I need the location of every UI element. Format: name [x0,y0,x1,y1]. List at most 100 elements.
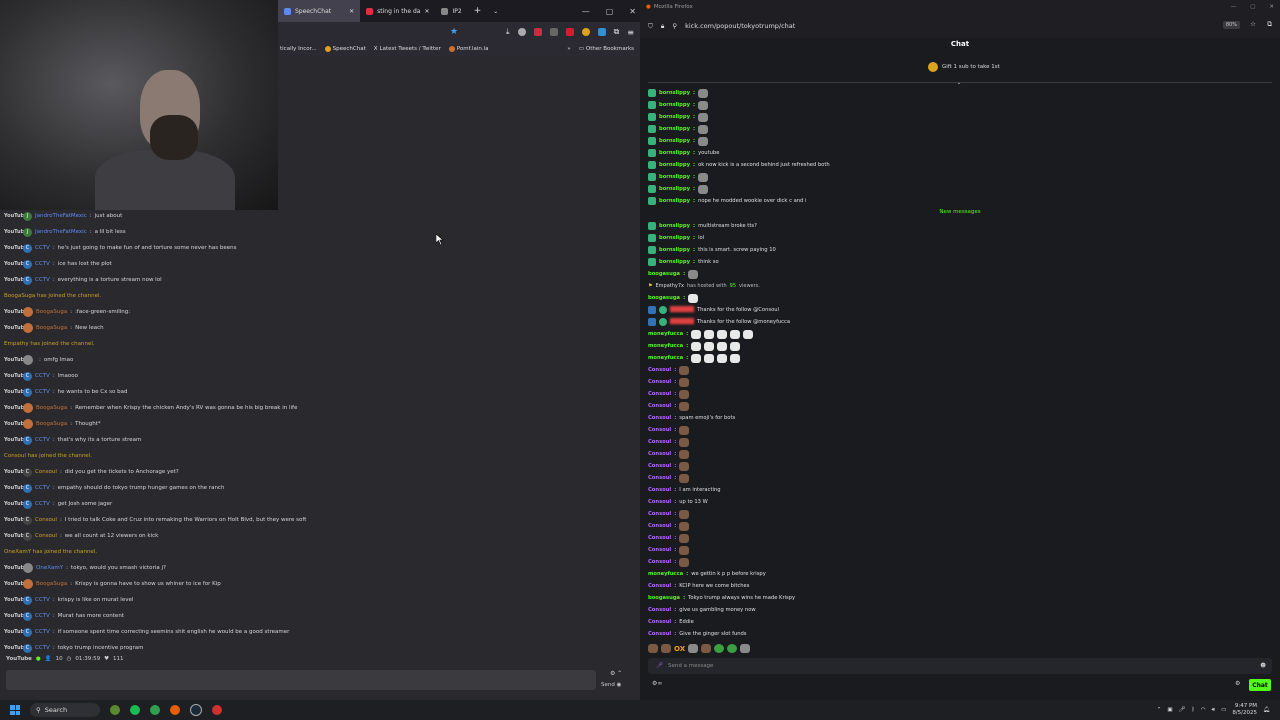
username[interactable]: Consoul [648,391,671,397]
username[interactable]: bornslippy [659,162,690,168]
username[interactable]: CCTV [35,629,50,635]
username[interactable]: moneyfucca [648,331,683,337]
extension-icon[interactable] [533,28,542,36]
extension-icon[interactable] [597,28,606,36]
volume-icon[interactable]: 🔊︎ [1212,707,1215,714]
username[interactable]: moneyfucca [648,355,683,361]
tray-app-icon[interactable]: ▣ [1167,707,1172,713]
bookmark-star-icon[interactable]: ☆ [1250,20,1256,28]
permissions-icon[interactable]: ⚲ [672,22,677,30]
taskbar-search[interactable]: ⚲ Search [30,703,100,717]
username[interactable]: Consoul [648,619,671,625]
username[interactable]: Consoul [648,547,671,553]
username[interactable]: Consoul [648,415,671,421]
username[interactable]: CCTV [35,373,50,379]
account-icon[interactable] [517,28,526,36]
minimize-icon[interactable]: — [582,7,590,16]
username[interactable]: Consoul [648,367,671,373]
emote-icon[interactable] [688,644,699,653]
message-input[interactable]: 🎤︎ Send a message ☻ [648,658,1272,674]
tab-list-button[interactable]: ⌄ [487,0,504,22]
username[interactable]: bornslippy [659,150,690,156]
settings-toggle[interactable]: ⚙ ⌃ [610,670,622,677]
close-window-icon[interactable]: ✕ [629,7,636,16]
username[interactable]: BoogaSuga [36,405,67,411]
extension-icon[interactable] [565,28,574,36]
steam-icon[interactable] [190,704,202,716]
username[interactable]: bornslippy [659,259,690,265]
zoom-badge[interactable]: 80% [1222,21,1240,29]
username[interactable]: Consoul [648,559,671,565]
menu-icon[interactable]: ≡ [627,28,634,37]
notification-icon[interactable]: 🔔︎ [1263,707,1270,713]
username[interactable]: bornslippy [659,90,690,96]
username[interactable]: Consoul [648,535,671,541]
username[interactable]: bornslippy [659,223,690,229]
lock-icon[interactable]: 🔒︎ [661,22,664,31]
username[interactable]: Consoul [35,517,57,523]
username[interactable]: CCTV [35,485,50,491]
username[interactable]: bornslippy [659,186,690,192]
spotify-icon[interactable] [130,705,140,715]
app-icon[interactable] [110,705,120,715]
chevron-up-icon[interactable]: ⌃ [1157,707,1162,713]
maximize-icon[interactable]: ▢ [1250,4,1255,10]
bluetooth-icon[interactable]: ᛒ [1192,707,1195,713]
username[interactable]: CCTV [35,597,50,603]
username[interactable]: boogasuga [648,271,680,277]
username[interactable]: BoogaSuga [36,309,67,315]
username[interactable]: bornslippy [659,247,690,253]
username[interactable]: bornslippy [659,198,690,204]
username[interactable]: CCTV [35,261,50,267]
tab-speechchat[interactable]: SpeechChat ✕ [278,0,361,22]
username[interactable]: bornslippy [659,126,690,132]
tab-third[interactable]: IP2 [435,0,467,22]
emote-icon[interactable] [661,644,671,653]
username[interactable]: CCTV [35,245,50,251]
username[interactable]: moneyfucca [648,571,683,577]
download-icon[interactable]: ⤓ [506,27,510,37]
app-icon[interactable] [150,705,160,715]
username[interactable]: boogasuga [648,595,680,601]
username[interactable]: bornslippy [659,174,690,180]
username[interactable]: Consoul [648,379,671,385]
username[interactable]: Consoul [648,631,671,637]
mic-icon[interactable]: 🎤︎ [1179,707,1186,713]
username[interactable]: JandroTheFatMexic [35,229,87,235]
username[interactable]: BoogaSuga [36,421,67,427]
username[interactable]: Consoul [648,463,671,469]
firefox-icon[interactable] [170,705,180,715]
url-text[interactable]: kick.com/popout/tokyotrump/chat [685,22,795,30]
username[interactable]: Consoul [648,403,671,409]
emote-icon[interactable] [740,644,751,653]
username[interactable]: JandroTheFatMexic [35,213,87,219]
username[interactable]: Consoul [648,607,671,613]
shield-icon[interactable]: ⛉ [648,22,653,31]
speechchat-input[interactable] [6,670,596,690]
username[interactable]: CCTV [35,645,50,651]
extension-icon[interactable] [549,28,558,36]
close-window-icon[interactable]: ✕ [1269,4,1274,10]
username[interactable]: Consoul [35,469,57,475]
username[interactable]: Consoul [648,583,671,589]
minimize-icon[interactable]: — [1231,4,1237,10]
username[interactable]: boogasuga [648,295,680,301]
send-button[interactable]: Send ◉ [601,682,621,688]
username[interactable]: Consoul [648,499,671,505]
username[interactable]: bornslippy [659,138,690,144]
username[interactable]: Consoul [648,487,671,493]
username[interactable]: Consoul [648,475,671,481]
username[interactable]: moneyfucca [648,343,683,349]
emoji-icon[interactable]: ☻ [1260,663,1266,669]
username[interactable]: bornslippy [659,114,690,120]
username[interactable]: Consoul [648,523,671,529]
chat-settings-icon[interactable]: ⚙ [1235,680,1240,687]
network-icon[interactable]: ◠ [1201,707,1206,713]
username[interactable]: Consoul [648,511,671,517]
username[interactable]: CCTV [35,437,50,443]
bookmark-item[interactable]: SpeechChat [324,46,366,52]
kick-links-icon[interactable]: ⚙∞ [652,680,662,687]
chat-send-button[interactable]: Chat [1249,679,1271,691]
username[interactable]: Consoul [648,451,671,457]
windows-start-icon[interactable] [10,705,20,715]
